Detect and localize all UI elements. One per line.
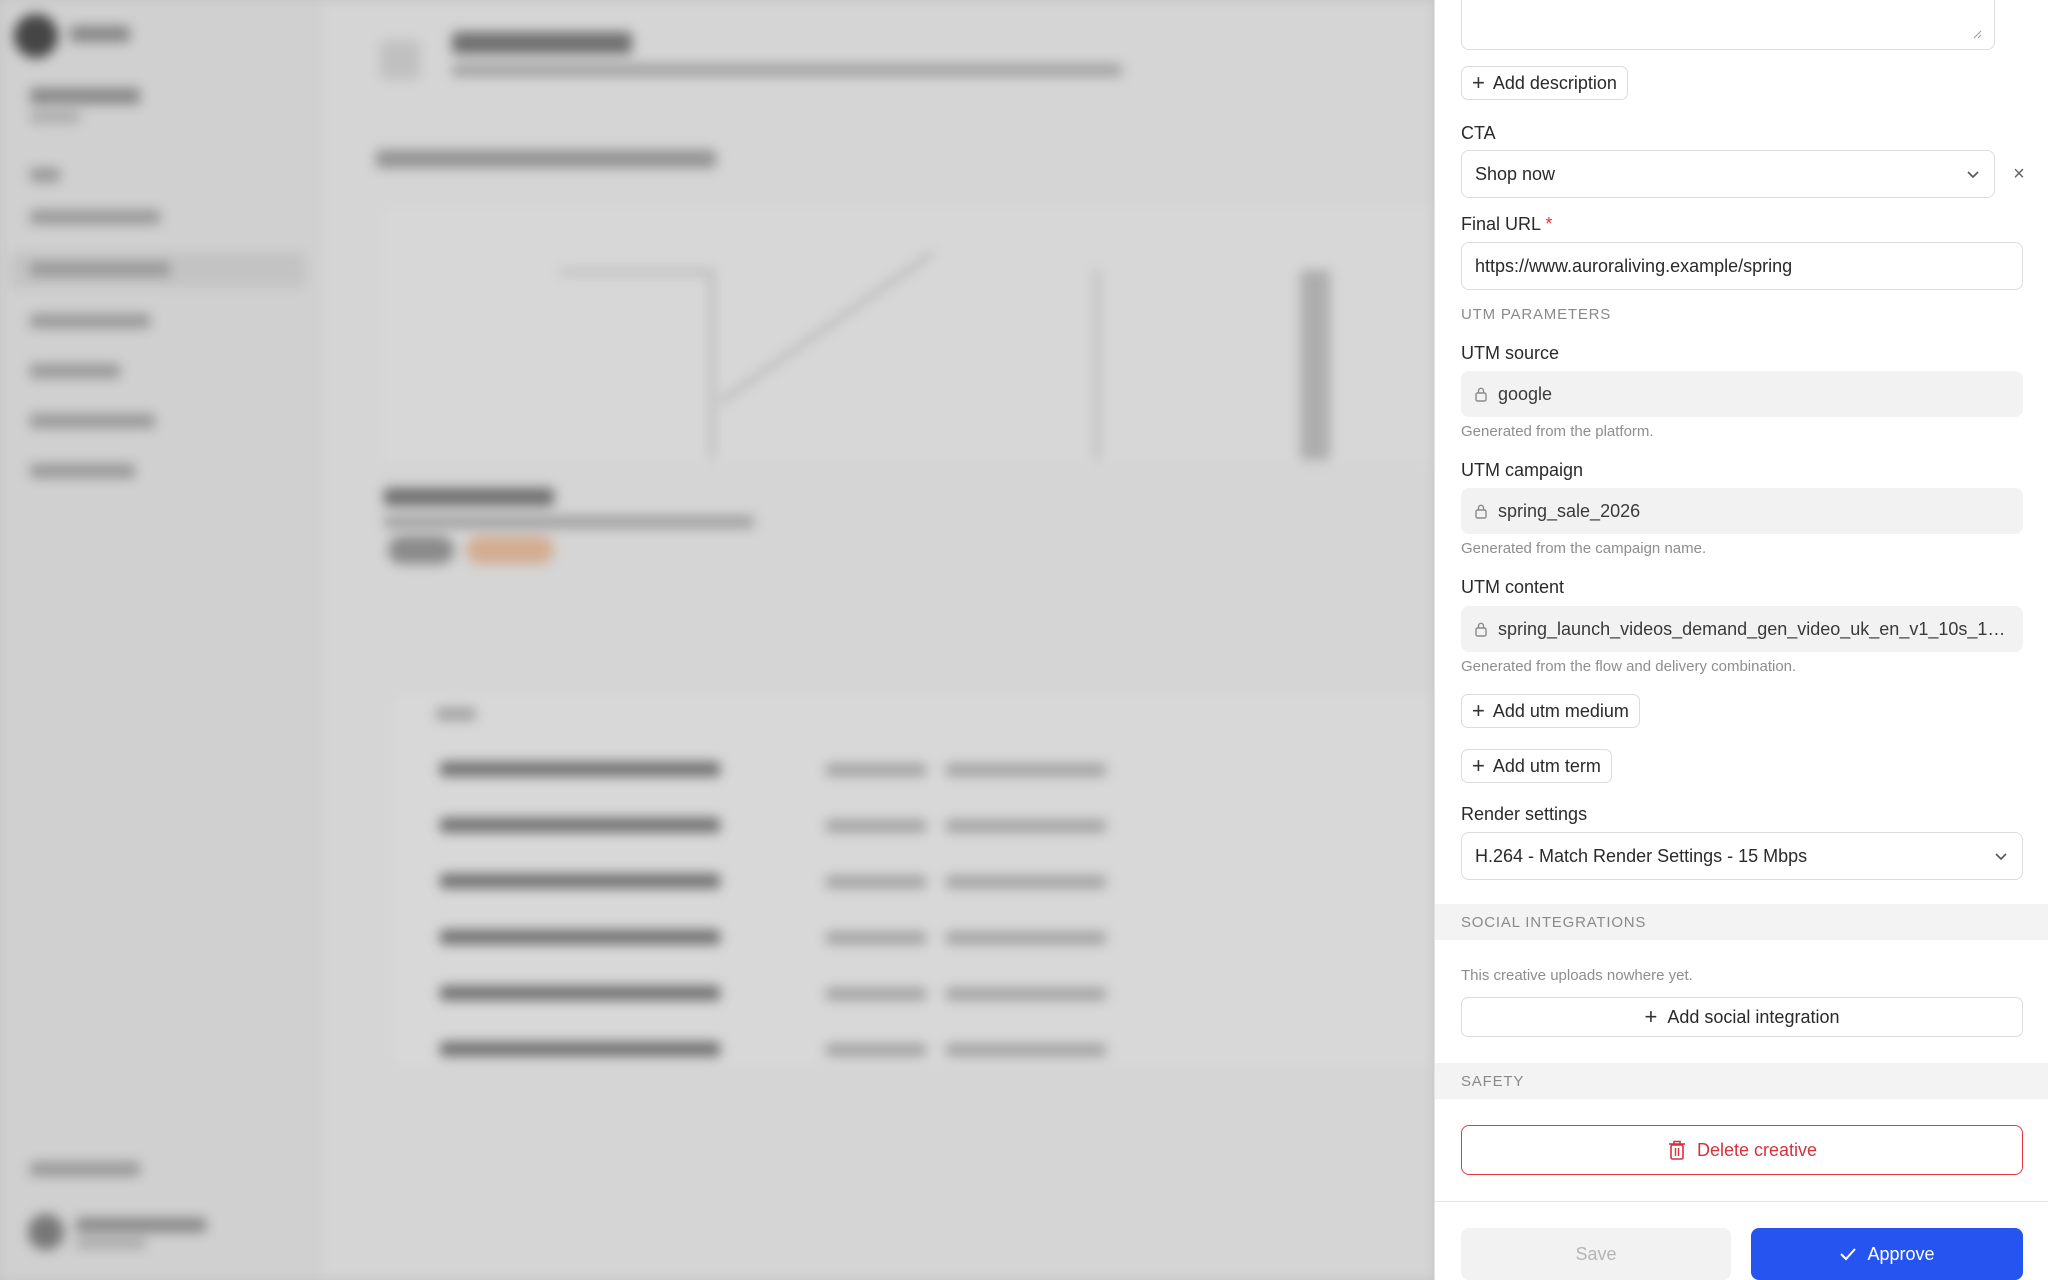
trash-icon: [1668, 1140, 1685, 1160]
add-social-integration-button[interactable]: + Add social integration: [1461, 997, 2023, 1037]
final-url-label: Final URL *: [1461, 214, 1553, 234]
chevron-down-icon: [1967, 171, 1979, 179]
lock-icon: [1475, 387, 1487, 402]
utm-content-help: Generated from the flow and delivery com…: [1461, 658, 1797, 675]
required-asterisk: *: [1545, 214, 1553, 234]
plus-icon: +: [1472, 753, 1485, 778]
utm-source-field: google: [1461, 371, 2023, 417]
render-settings-select[interactable]: H.264 - Match Render Settings - 15 Mbps: [1461, 832, 2023, 880]
lock-icon: [1475, 504, 1487, 519]
utm-content-label: UTM content: [1461, 577, 1565, 597]
utm-content-field: spring_launch_videos_demand_gen_video_uk…: [1461, 606, 2023, 652]
footer-divider: [1435, 1201, 2048, 1202]
plus-icon: +: [1472, 70, 1485, 95]
cta-select[interactable]: Shop now: [1461, 150, 1995, 198]
add-utm-term-button[interactable]: + Add utm term: [1461, 749, 1612, 783]
chevron-down-icon: [1995, 853, 2007, 861]
safety-heading: SAFETY: [1435, 1063, 2048, 1099]
utm-campaign-field: spring_sale_2026: [1461, 488, 2023, 534]
add-description-button[interactable]: + Add description: [1461, 66, 1628, 100]
social-empty-text: This creative uploads nowhere yet.: [1461, 967, 1693, 984]
plus-icon: +: [1472, 698, 1485, 723]
save-button[interactable]: Save: [1461, 1228, 1731, 1280]
utm-campaign-help: Generated from the campaign name.: [1461, 540, 1707, 557]
creative-edit-panel: + Add description CTA Shop now × Final U…: [1434, 0, 2048, 1280]
utm-source-value: google: [1498, 383, 1553, 404]
add-utm-medium-button[interactable]: + Add utm medium: [1461, 694, 1640, 728]
clear-cta-icon[interactable]: ×: [2009, 163, 2029, 186]
check-icon: [1840, 1248, 1857, 1261]
cta-label: CTA: [1461, 123, 1496, 143]
utm-parameters-heading: UTM PARAMETERS: [1461, 306, 1612, 323]
utm-source-label: UTM source: [1461, 343, 1560, 363]
cta-selected-value: Shop now: [1475, 163, 1556, 184]
utm-campaign-value: spring_sale_2026: [1498, 500, 1641, 521]
lock-icon: [1475, 622, 1487, 637]
description-textarea[interactable]: [1461, 0, 1995, 50]
utm-content-value: spring_launch_videos_demand_gen_video_uk…: [1498, 618, 2010, 639]
render-settings-selected-value: H.264 - Match Render Settings - 15 Mbps: [1475, 845, 1808, 866]
render-settings-label: Render settings: [1461, 804, 1588, 824]
delete-creative-button[interactable]: Delete creative: [1461, 1125, 2023, 1175]
social-integrations-heading: SOCIAL INTEGRATIONS: [1435, 904, 2048, 940]
modal-overlay[interactable]: [0, 0, 1434, 1280]
final-url-input[interactable]: https://www.auroraliving.example/spring: [1461, 242, 2023, 290]
approve-button[interactable]: Approve: [1751, 1228, 2023, 1280]
plus-icon: +: [1644, 1004, 1658, 1029]
resize-grip-icon[interactable]: [1972, 29, 1982, 39]
utm-campaign-label: UTM campaign: [1461, 460, 1584, 480]
utm-source-help: Generated from the platform.: [1461, 423, 1654, 440]
